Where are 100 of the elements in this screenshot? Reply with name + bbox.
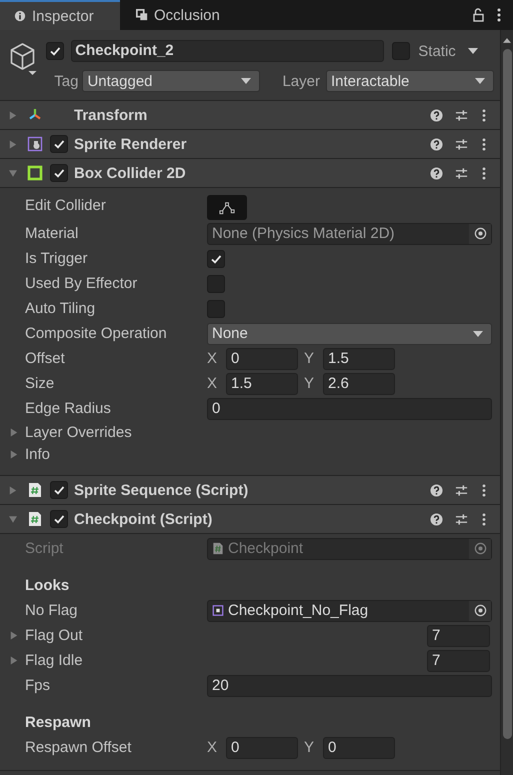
presets-icon[interactable] <box>455 166 468 180</box>
component-title: Checkpoint (Script) <box>74 510 214 528</box>
foldout-arrow-icon[interactable] <box>10 631 18 640</box>
object-picker-icon[interactable] <box>474 604 486 617</box>
script-icon <box>212 542 224 555</box>
panel-tab[interactable]: Inspector <box>0 0 120 30</box>
object-field[interactable]: Checkpoint_No_Flag <box>207 600 492 622</box>
component-header[interactable]: Box Collider 2D <box>0 159 500 188</box>
script-icon <box>27 511 43 527</box>
property-label: Flag Out <box>25 627 83 644</box>
checkbox[interactable] <box>207 250 225 268</box>
caret-icon <box>473 330 483 336</box>
array-size-field[interactable]: 7 <box>427 650 490 672</box>
component-title: Sprite Sequence (Script) <box>74 482 250 498</box>
check-icon <box>53 513 65 525</box>
foldout-arrow-icon[interactable] <box>10 428 18 436</box>
checkbox[interactable] <box>207 274 225 292</box>
object-field[interactable]: None (Physics Material 2D) <box>207 222 492 244</box>
check-icon <box>53 167 65 179</box>
presets-icon[interactable] <box>455 512 468 526</box>
number-field[interactable]: 2.6 <box>323 372 395 394</box>
foldout-arrow-icon[interactable] <box>9 110 17 120</box>
number-field[interactable]: 0 <box>226 348 298 370</box>
enabled-checkbox[interactable] <box>50 135 68 153</box>
name-field[interactable]: Checkpoint_2 <box>71 40 384 62</box>
static-label: Static <box>418 42 456 60</box>
number-field[interactable]: 20 <box>207 674 492 696</box>
object-picker-icon[interactable] <box>474 227 486 240</box>
number-field[interactable]: 0 <box>226 736 298 758</box>
property-label: Size <box>25 375 54 392</box>
presets-icon[interactable] <box>455 484 468 496</box>
section-heading: Looks <box>25 577 70 594</box>
help-icon[interactable] <box>430 138 443 150</box>
menu-icon[interactable] <box>482 138 486 150</box>
presets-icon[interactable] <box>455 108 468 122</box>
foldout-arrow-icon[interactable] <box>9 140 17 148</box>
static-checkbox[interactable] <box>392 42 410 60</box>
caret-icon <box>241 78 252 84</box>
lock-icon[interactable] <box>472 8 485 22</box>
property-label: Material <box>25 225 78 242</box>
vertex-path-icon <box>218 200 236 214</box>
enabled-checkbox[interactable] <box>50 510 68 528</box>
axis-label: Y <box>304 350 316 367</box>
section-heading: Respawn <box>25 714 91 731</box>
array-size-field[interactable]: 7 <box>427 624 490 646</box>
caret-icon <box>475 78 485 84</box>
menu-icon[interactable] <box>497 8 501 22</box>
property-label: Is Trigger <box>25 250 88 267</box>
scrollbar[interactable] <box>500 30 513 775</box>
menu-icon[interactable] <box>482 108 486 122</box>
component-header[interactable]: Sprite Renderer <box>0 130 500 159</box>
active-checkbox[interactable] <box>46 42 64 60</box>
panel-tab[interactable]: Occlusion <box>120 0 234 30</box>
tag-dropdown[interactable]: Untagged <box>82 70 260 92</box>
info-icon <box>14 10 26 22</box>
axis-label: Y <box>304 375 316 392</box>
dropdown[interactable]: None <box>207 322 492 344</box>
menu-icon[interactable] <box>482 484 486 496</box>
foldout-arrow-icon[interactable] <box>9 486 17 494</box>
number-field[interactable]: 0 <box>207 398 492 420</box>
help-icon[interactable] <box>430 484 443 496</box>
property-label: No Flag <box>25 602 78 619</box>
axis-label: X <box>207 350 218 367</box>
tag-label: Tag <box>54 72 78 90</box>
menu-icon[interactable] <box>482 512 486 526</box>
property-label: Offset <box>25 350 65 367</box>
menu-icon[interactable] <box>482 166 486 180</box>
scroll-up-icon[interactable] <box>503 38 511 43</box>
axis-label: X <box>207 739 218 756</box>
property-label[interactable]: Info <box>25 446 50 462</box>
sprite-icon <box>212 604 224 617</box>
foldout-arrow-icon[interactable] <box>10 656 18 665</box>
number-field[interactable]: 1.5 <box>226 372 298 394</box>
object-picker-icon[interactable] <box>474 542 486 555</box>
property-label[interactable]: Layer Overrides <box>25 424 132 440</box>
enabled-checkbox[interactable] <box>50 164 68 182</box>
component-title: Box Collider 2D <box>74 164 187 182</box>
number-field[interactable]: 0 <box>323 736 395 758</box>
check-icon <box>49 45 62 57</box>
presets-icon[interactable] <box>455 138 468 150</box>
sprite-icon <box>27 136 43 152</box>
component-title: Transform <box>74 106 148 124</box>
component-header[interactable]: Sprite Sequence (Script) <box>0 476 500 505</box>
component-header[interactable]: Transform <box>0 101 500 130</box>
component-header[interactable]: Checkpoint (Script) <box>0 505 500 534</box>
number-field[interactable]: 1.5 <box>323 348 395 370</box>
foldout-arrow-icon[interactable] <box>9 168 17 178</box>
property-label: Flag Idle <box>25 652 83 669</box>
cube-icon[interactable] <box>8 42 37 76</box>
layer-dropdown[interactable]: Interactable <box>326 70 494 92</box>
component-title: Sprite Renderer <box>74 136 188 152</box>
help-icon[interactable] <box>430 512 443 526</box>
foldout-arrow-icon[interactable] <box>10 450 18 458</box>
edit-collider-button[interactable] <box>207 195 247 220</box>
dropdown-arrow-icon[interactable] <box>468 48 478 54</box>
help-icon[interactable] <box>430 108 443 122</box>
foldout-arrow-icon[interactable] <box>9 514 17 524</box>
help-icon[interactable] <box>430 166 443 180</box>
checkbox[interactable] <box>207 300 225 318</box>
enabled-checkbox[interactable] <box>50 481 68 499</box>
